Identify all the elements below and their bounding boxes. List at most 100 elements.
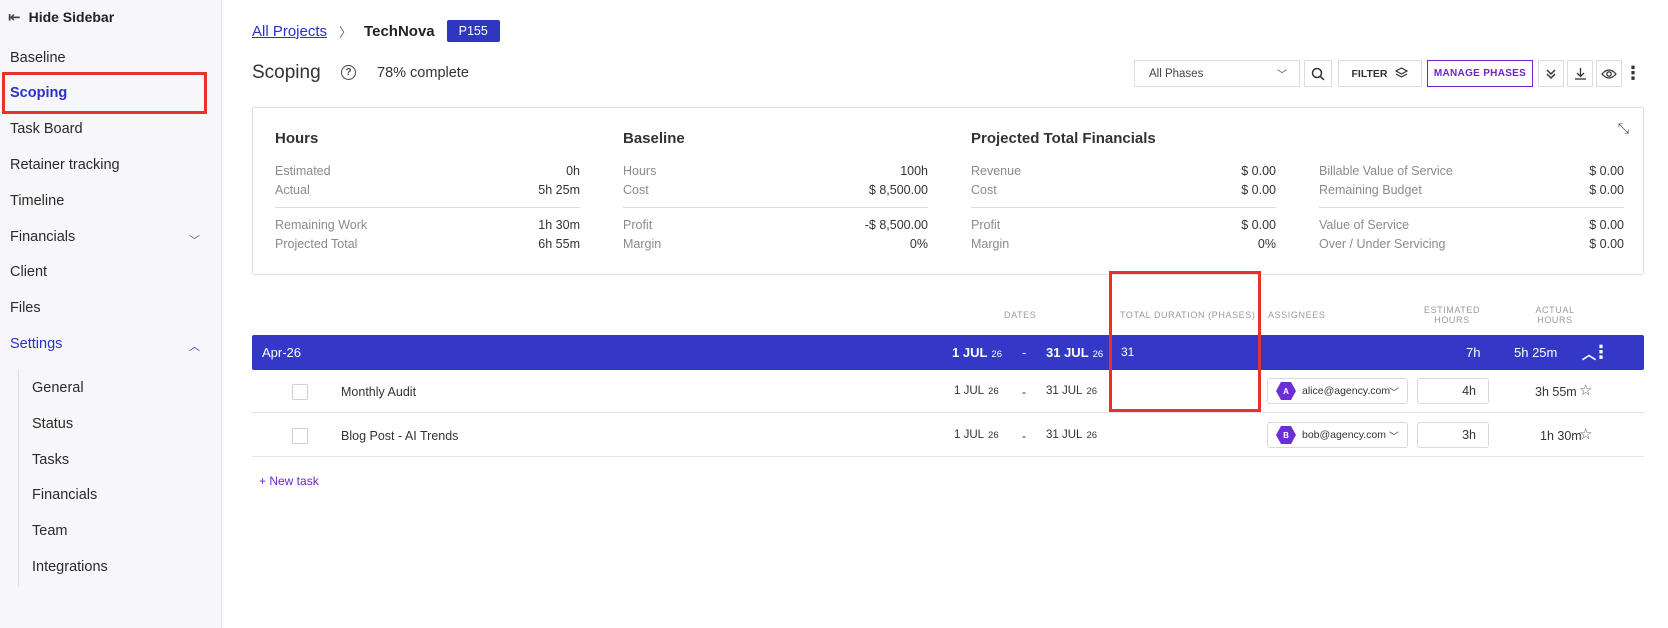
chevron-down-icon: ﹀ <box>1389 388 1399 399</box>
completion-status: 78% complete <box>377 65 469 81</box>
estimated-hours-input[interactable]: 4h <box>1417 378 1489 404</box>
sidebar-item-baseline[interactable]: Baseline <box>10 50 66 66</box>
service-title-spacer <box>1319 130 1624 148</box>
summary-value: $ 0.00 <box>1241 164 1276 178</box>
task-checkbox[interactable] <box>292 428 308 444</box>
sidebar-item-retainer-tracking[interactable]: Retainer tracking <box>10 157 120 173</box>
chevron-down-icon: ﹀ <box>189 235 200 247</box>
summary-value: $ 8,500.00 <box>868 182 928 197</box>
summary-value: $ 0.00 <box>1589 218 1624 232</box>
highlight-total-duration <box>1109 271 1261 412</box>
summary-value: 0% <box>1257 236 1276 251</box>
date-separator: - <box>1022 385 1026 399</box>
visibility-button[interactable] <box>1596 60 1622 87</box>
settings-item-tasks[interactable]: Tasks <box>32 452 69 468</box>
date-year: 26 <box>988 386 999 397</box>
sidebar-item-financials[interactable]: Financials ﹀ <box>10 229 200 247</box>
task-end-date: 31 JUL 26 <box>1046 385 1097 397</box>
filter-button[interactable]: FILTER <box>1338 60 1422 87</box>
hide-sidebar-button[interactable]: ⇤ Hide Sidebar <box>8 8 114 26</box>
avatar: B <box>1276 426 1296 444</box>
estimated-hours-input[interactable]: 3h <box>1417 422 1489 448</box>
settings-item-general[interactable]: General <box>32 380 84 396</box>
date-text: 31 JUL <box>1046 385 1083 397</box>
star-icon[interactable]: ☆ <box>1579 425 1592 443</box>
phase-actual-hours: 5h 25m <box>1514 345 1558 360</box>
phase-row[interactable]: Apr-26 1 JUL 26 - 31 JUL 26 31 7h 5h 25m ︿… <box>252 335 1644 370</box>
summary-value: 1h 30m <box>538 218 580 232</box>
settings-item-financials[interactable]: Financials <box>32 487 97 503</box>
help-icon[interactable]: ? <box>341 65 356 80</box>
summary-row: Revenue $ 0.00 <box>971 162 1276 181</box>
hide-sidebar-label: Hide Sidebar <box>28 9 115 25</box>
sidebar-item-files[interactable]: Files <box>10 300 41 316</box>
page-title: Scoping <box>252 62 321 83</box>
more-options-icon[interactable]: ⋮ <box>1592 342 1610 363</box>
task-checkbox[interactable] <box>292 384 308 400</box>
date-year: 26 <box>1086 386 1098 397</box>
header-text: HOURS <box>1537 315 1573 325</box>
double-chevron-down-icon <box>1546 68 1556 79</box>
highlight-scoping <box>2 72 207 114</box>
service-summary: Billable Value of Service $ 0.00 Remainin… <box>1319 130 1624 253</box>
chevron-up-icon: ︿ <box>189 341 200 353</box>
more-options-icon[interactable]: ⋮ <box>1624 60 1642 87</box>
summary-row: Projected Total 6h 55m <box>275 235 580 254</box>
summary-label: Revenue <box>971 164 1022 178</box>
download-button[interactable] <box>1567 60 1593 87</box>
star-icon[interactable]: ☆ <box>1579 381 1592 399</box>
actual-hours: 1h 30m <box>1540 429 1582 443</box>
summary-value: -$ 8,500.00 <box>864 218 928 232</box>
summary-value: 6h 55m <box>538 236 580 251</box>
date-separator: - <box>1022 345 1027 360</box>
sidebar-item-label: Settings <box>10 336 63 352</box>
settings-item-team[interactable]: Team <box>32 523 67 539</box>
phase-select[interactable]: All Phases ﹀ <box>1134 60 1300 87</box>
summary-label: Cost <box>971 182 997 197</box>
assignee-select[interactable]: A alice@agency.com ﹀ <box>1267 378 1408 404</box>
sidebar-item-task-board[interactable]: Task Board <box>10 121 83 137</box>
sidebar-item-client[interactable]: Client <box>10 264 47 280</box>
summary-value: $ 0.00 <box>1589 182 1624 197</box>
new-task-link[interactable]: + New task <box>259 474 319 488</box>
task-start-date: 1 JUL 26 <box>954 385 999 397</box>
summary-label: Profit <box>971 218 1001 232</box>
collapse-all-button[interactable] <box>1538 60 1564 87</box>
sidebar-item-settings[interactable]: Settings ︿ <box>10 336 200 353</box>
header-dates: DATES <box>1004 310 1037 320</box>
summary-label: Projected Total <box>275 236 358 251</box>
divider <box>275 207 580 208</box>
hours-summary: Hours Estimated 0h Actual 5h 25m Remaining… <box>275 130 580 253</box>
filter-label: FILTER <box>1351 67 1388 80</box>
divider <box>623 207 928 208</box>
summary-value: $ 0.00 <box>1589 164 1624 178</box>
eye-icon <box>1601 68 1617 79</box>
search-button[interactable] <box>1304 60 1332 87</box>
summary-value: 0h <box>566 164 580 178</box>
task-name[interactable]: Monthly Audit <box>341 385 416 399</box>
summary-row: Cost $ 8,500.00 <box>623 181 928 200</box>
assignee-select[interactable]: B bob@agency.com ﹀ <box>1267 422 1408 448</box>
date-separator: - <box>1022 429 1026 443</box>
summary-card: ⤡ Hours Estimated 0h Actual 5h 25m Remaini… <box>252 107 1644 275</box>
summary-row: Over / Under Servicing $ 0.00 <box>1319 235 1624 254</box>
header-text: HOURS <box>1434 315 1470 325</box>
settings-item-status[interactable]: Status <box>32 416 73 432</box>
projected-title: Projected Total Financials <box>971 130 1156 147</box>
actual-hours: 3h 55m <box>1535 385 1577 399</box>
layers-icon <box>1395 67 1409 78</box>
manage-phases-button[interactable]: MANAGE PHASES <box>1427 60 1533 87</box>
table-row: Monthly Audit 1 JUL 26 - 31 JUL 26 A alice… <box>252 370 1644 413</box>
avatar: A <box>1276 382 1296 400</box>
settings-item-integrations[interactable]: Integrations <box>32 559 108 575</box>
summary-value: 0% <box>909 236 928 251</box>
sidebar-item-timeline[interactable]: Timeline <box>10 193 64 209</box>
task-name[interactable]: Blog Post - AI Trends <box>341 429 458 443</box>
baseline-summary: Baseline Hours 100h Cost $ 8,500.00 Profit… <box>623 130 928 253</box>
search-icon <box>1311 67 1325 81</box>
summary-row: Actual 5h 25m <box>275 181 580 200</box>
date-text: 1 JUL <box>952 345 988 360</box>
summary-value: 5h 25m <box>538 182 580 197</box>
all-projects-link[interactable]: All Projects <box>252 23 327 40</box>
divider <box>971 207 1276 208</box>
